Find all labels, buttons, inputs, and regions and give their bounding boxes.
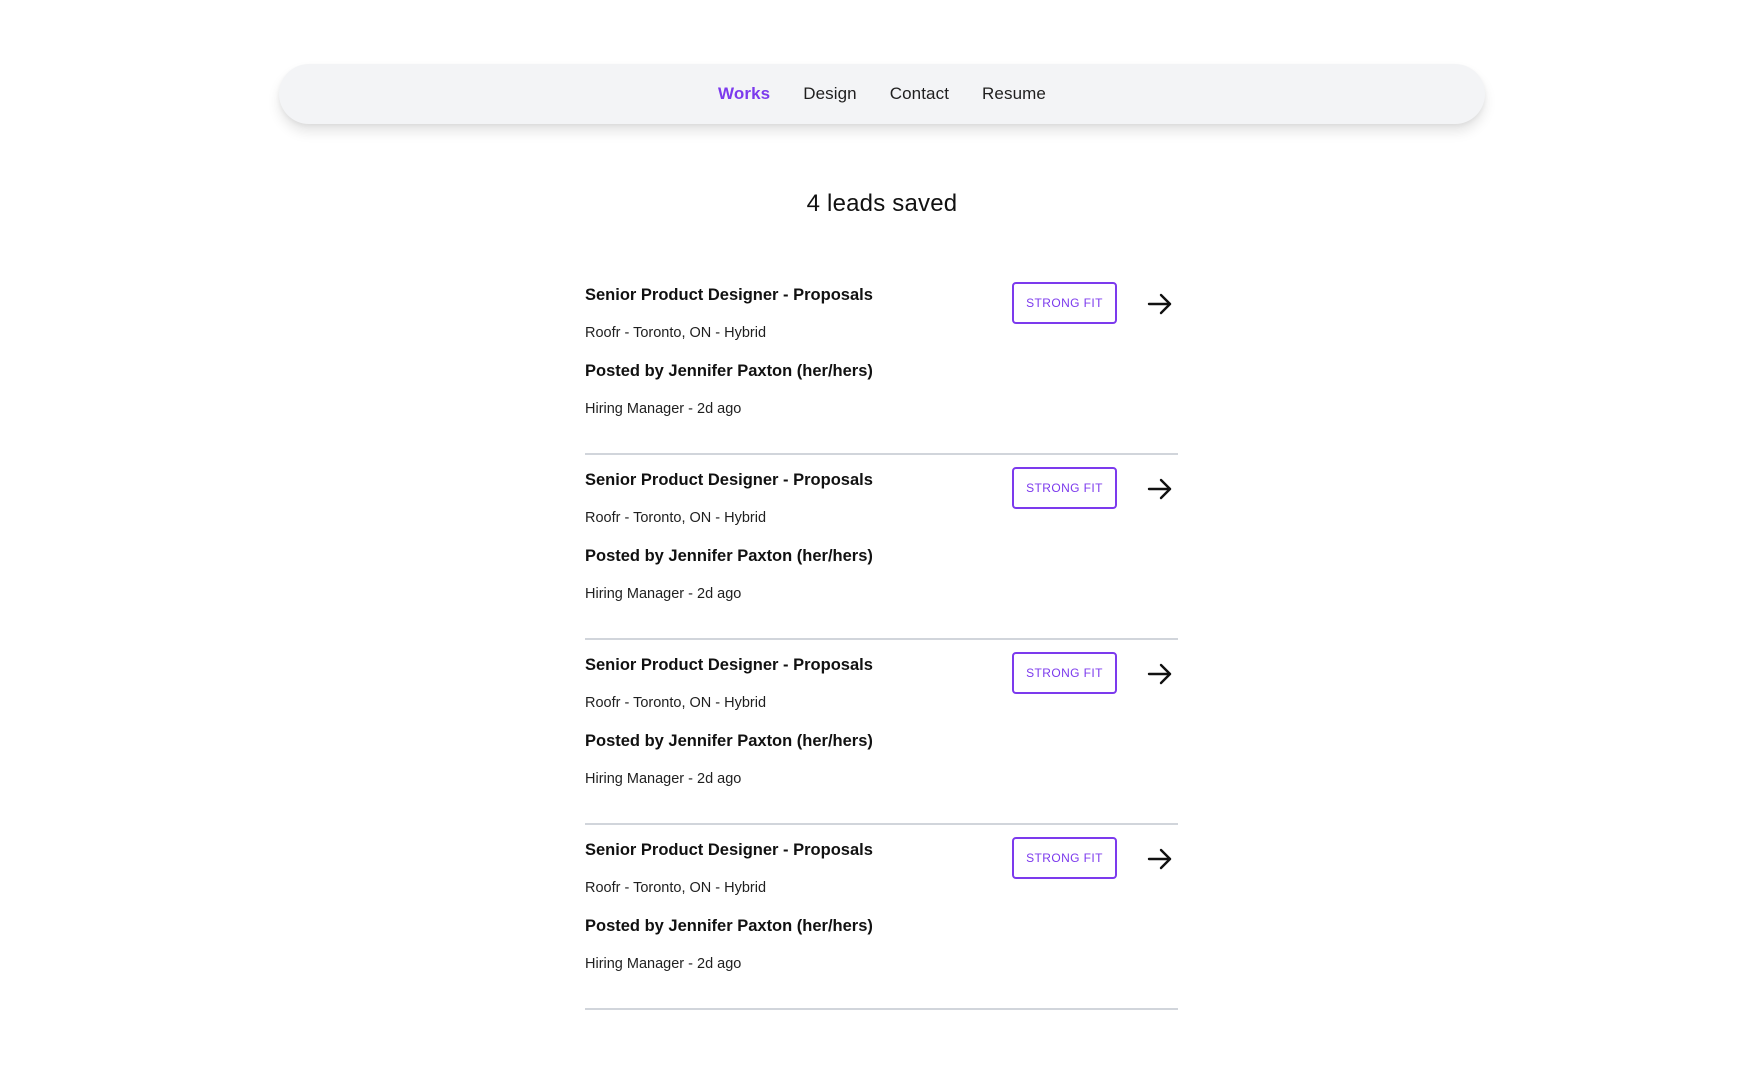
arrow-right-icon xyxy=(1147,293,1172,315)
lead-poster-role-date: Hiring Manager - 2d ago xyxy=(585,586,742,602)
lead-item: Senior Product Designer - Proposals Roof… xyxy=(585,270,1178,455)
lead-item: Senior Product Designer - Proposals Roof… xyxy=(585,455,1178,640)
lead-title[interactable]: Senior Product Designer - Proposals xyxy=(585,471,873,490)
lead-poster: Posted by Jennifer Paxton (her/hers) xyxy=(585,732,873,750)
lead-list: Senior Product Designer - Proposals Roof… xyxy=(585,270,1178,1010)
lead-company-location: Roofr - Toronto, ON - Hybrid xyxy=(585,325,767,341)
lead-poster-role-date: Hiring Manager - 2d ago xyxy=(585,401,742,417)
lead-company-location: Roofr - Toronto, ON - Hybrid xyxy=(585,510,767,526)
lead-company-location: Roofr - Toronto, ON - Hybrid xyxy=(585,695,767,711)
lead-poster: Posted by Jennifer Paxton (her/hers) xyxy=(585,917,873,935)
lead-poster: Posted by Jennifer Paxton (her/hers) xyxy=(585,362,873,380)
page-heading: 4 leads saved xyxy=(806,190,958,217)
arrow-right-icon xyxy=(1147,478,1172,500)
lead-item: Senior Product Designer - Proposals Roof… xyxy=(585,825,1178,1010)
lead-title[interactable]: Senior Product Designer - Proposals xyxy=(585,656,873,675)
lead-item: Senior Product Designer - Proposals Roof… xyxy=(585,640,1178,825)
nav-link-contact[interactable]: Contact xyxy=(890,84,949,104)
strong-fit-badge[interactable]: STRONG FIT xyxy=(1012,652,1117,694)
top-navbar: Works Design Contact Resume xyxy=(279,64,1485,124)
arrow-right-icon xyxy=(1147,848,1172,870)
lead-poster: Posted by Jennifer Paxton (her/hers) xyxy=(585,547,873,565)
lead-poster-role-date: Hiring Manager - 2d ago xyxy=(585,956,742,972)
lead-title[interactable]: Senior Product Designer - Proposals xyxy=(585,286,873,305)
strong-fit-badge[interactable]: STRONG FIT xyxy=(1012,467,1117,509)
lead-poster-role-date: Hiring Manager - 2d ago xyxy=(585,771,742,787)
strong-fit-badge[interactable]: STRONG FIT xyxy=(1012,837,1117,879)
lead-title[interactable]: Senior Product Designer - Proposals xyxy=(585,841,873,860)
nav-link-design[interactable]: Design xyxy=(803,84,857,104)
nav-link-works[interactable]: Works xyxy=(718,84,770,104)
arrow-right-icon xyxy=(1147,663,1172,685)
nav-link-resume[interactable]: Resume xyxy=(982,84,1046,104)
strong-fit-badge[interactable]: STRONG FIT xyxy=(1012,282,1117,324)
open-lead-button[interactable] xyxy=(1143,287,1177,321)
open-lead-button[interactable] xyxy=(1143,657,1177,691)
lead-company-location: Roofr - Toronto, ON - Hybrid xyxy=(585,880,767,896)
open-lead-button[interactable] xyxy=(1143,472,1177,506)
page: Works Design Contact Resume 4 leads save… xyxy=(0,0,1752,1080)
open-lead-button[interactable] xyxy=(1143,842,1177,876)
